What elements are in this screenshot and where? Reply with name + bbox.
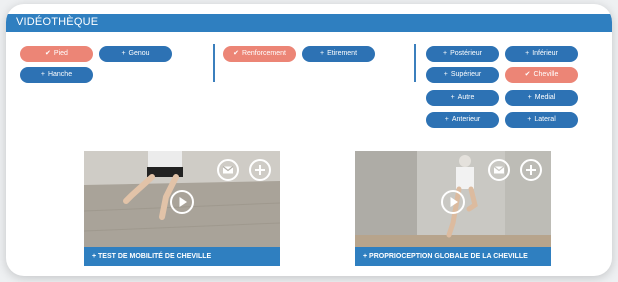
- check-icon: ✔: [45, 50, 51, 57]
- add-button[interactable]: [249, 159, 271, 181]
- plus-icon: +: [319, 50, 325, 57]
- divider: [414, 44, 416, 82]
- plus-icon: +: [444, 116, 449, 123]
- filter-cheville[interactable]: ✔ Cheville: [505, 67, 578, 83]
- filter-etirement[interactable]: + Etirement: [302, 46, 375, 62]
- plus-icon: +: [527, 116, 532, 123]
- filter-label: Renforcement: [241, 50, 286, 57]
- plus-icon: +: [121, 50, 126, 57]
- header-bar: VIDÉOTHÈQUE: [6, 14, 612, 32]
- filter-anterieur[interactable]: + Anterieur: [426, 112, 499, 128]
- filter-label: Autre: [457, 94, 475, 101]
- divider: [213, 44, 215, 82]
- play-icon: [450, 197, 458, 207]
- filter-label: Etirement: [327, 50, 358, 57]
- filter-label: Genou: [128, 50, 150, 57]
- videotheque-panel: VIDÉOTHÈQUE ✔ Pied + Genou + Hanche ✔ Renfor…: [6, 4, 612, 276]
- play-button[interactable]: [170, 190, 194, 214]
- filter-label: Inférieur: [532, 50, 558, 57]
- email-button[interactable]: [488, 159, 510, 181]
- add-icon: [526, 165, 536, 175]
- filter-label: Hanche: [47, 71, 73, 78]
- filter-medial[interactable]: + Medial: [505, 90, 578, 106]
- filter-label: Cheville: [533, 71, 559, 78]
- filter-hanche[interactable]: + Hanche: [20, 67, 93, 83]
- filter-label: Medial: [534, 94, 556, 101]
- play-icon: [179, 197, 187, 207]
- filter-inferieur[interactable]: + Inférieur: [505, 46, 578, 62]
- filter-superieur[interactable]: + Supérieur: [426, 67, 499, 83]
- check-icon: ✔: [233, 50, 239, 57]
- filter-label: Supérieur: [450, 71, 482, 78]
- video-card-mobilite[interactable]: + TEST DE MOBILITÉ DE CHEVILLE: [84, 151, 280, 266]
- filter-label: Lateral: [534, 116, 556, 123]
- add-button[interactable]: [520, 159, 542, 181]
- add-icon: [255, 165, 265, 175]
- filter-genou[interactable]: + Genou: [99, 46, 172, 62]
- filter-label: Pied: [53, 50, 68, 57]
- video-card-proprioception[interactable]: + PROPRIOCEPTION GLOBALE DE LA CHEVILLE: [355, 151, 551, 266]
- filter-pied[interactable]: ✔ Pied: [20, 46, 93, 62]
- filter-label: Postérieur: [450, 50, 482, 57]
- plus-icon: +: [525, 50, 530, 57]
- plus-icon: +: [443, 71, 448, 78]
- check-icon: ✔: [524, 71, 531, 78]
- filter-renforcement[interactable]: ✔ Renforcement: [223, 46, 296, 62]
- plus-icon: +: [40, 71, 45, 78]
- plus-icon: +: [443, 50, 448, 57]
- play-button[interactable]: [441, 190, 465, 214]
- video-title[interactable]: + TEST DE MOBILITÉ DE CHEVILLE: [84, 247, 280, 266]
- email-button[interactable]: [217, 159, 239, 181]
- filter-autre[interactable]: + Autre: [426, 90, 499, 106]
- video-title[interactable]: + PROPRIOCEPTION GLOBALE DE LA CHEVILLE: [355, 247, 551, 266]
- filter-lateral[interactable]: + Lateral: [505, 112, 578, 128]
- plus-icon: +: [450, 94, 455, 101]
- plus-icon: +: [527, 94, 532, 101]
- mail-icon: [493, 166, 505, 174]
- filter-posterieur[interactable]: + Postérieur: [426, 46, 499, 62]
- mail-icon: [222, 166, 234, 174]
- page-title: VIDÉOTHÈQUE: [16, 16, 99, 28]
- filter-label: Anterieur: [451, 116, 481, 123]
